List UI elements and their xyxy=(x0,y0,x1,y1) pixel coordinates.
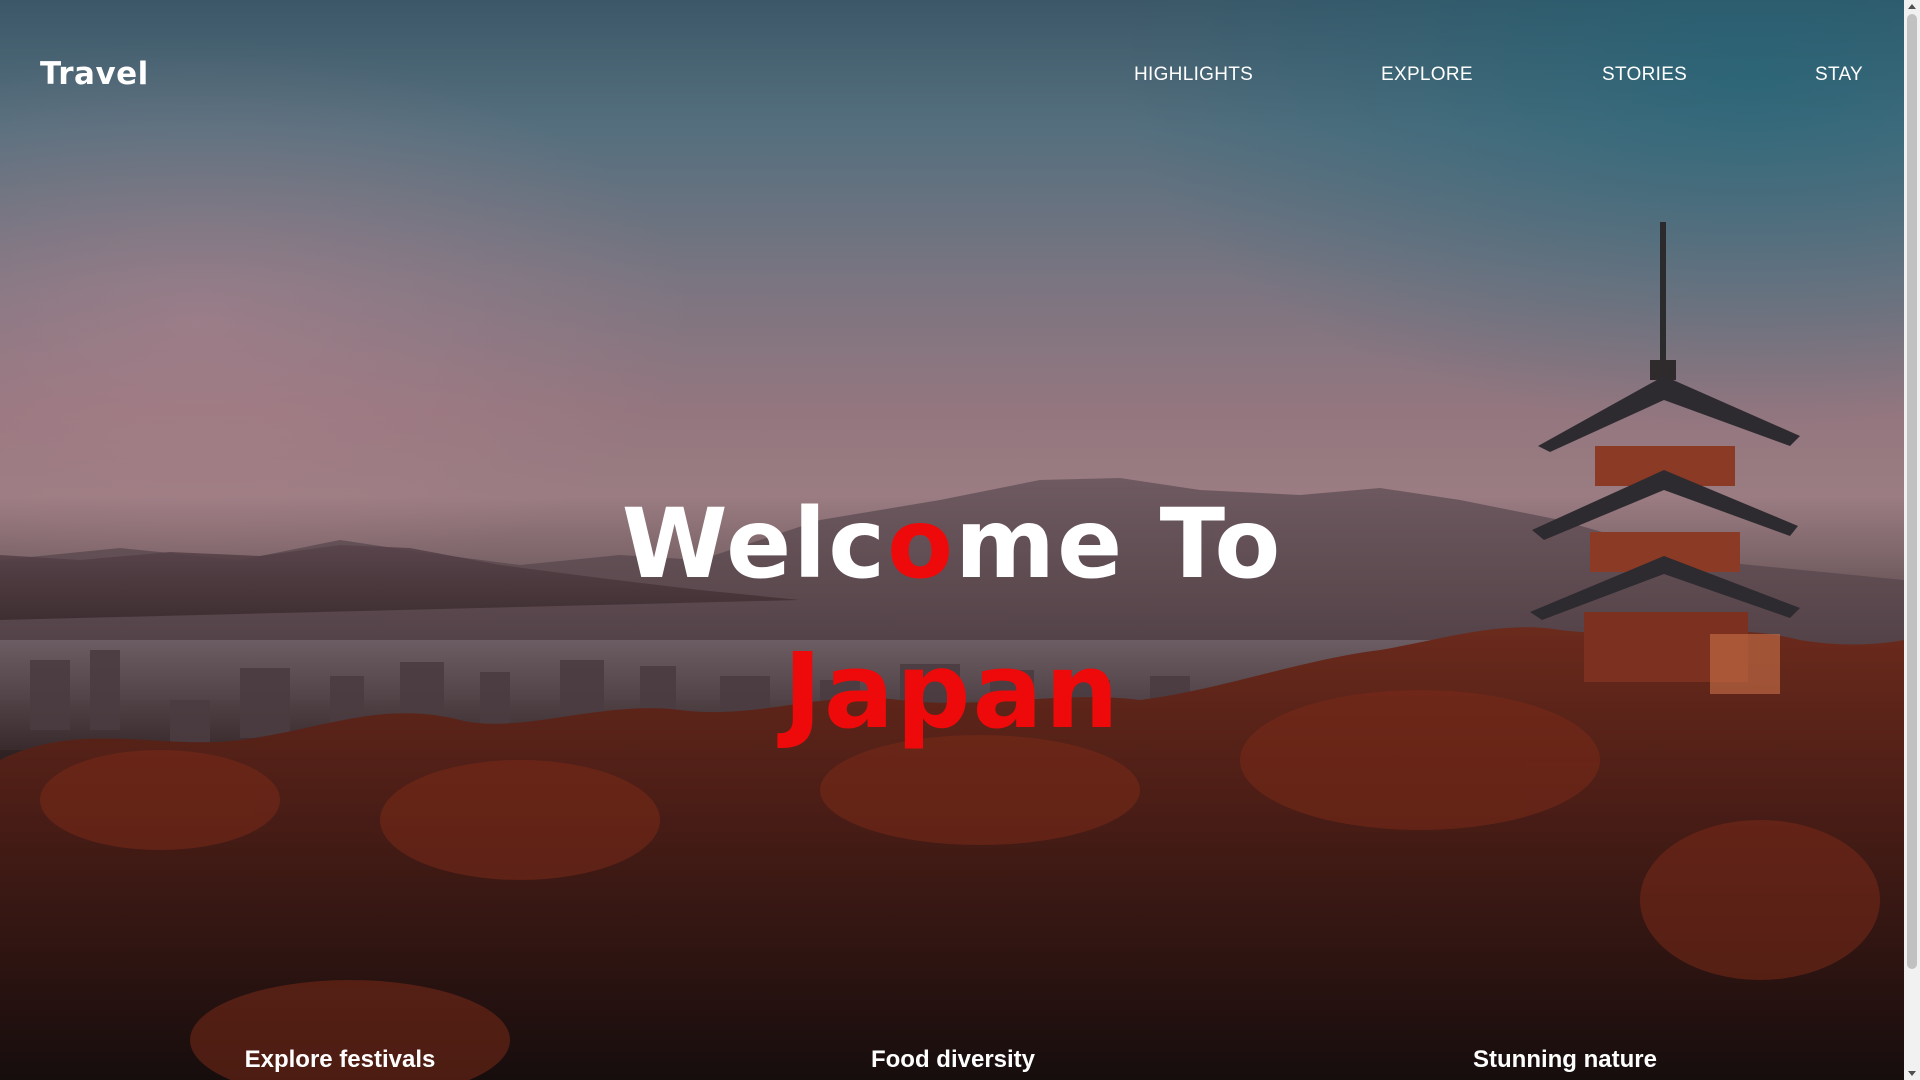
headline-text-part2: me To xyxy=(955,488,1283,600)
page: Travel HIGHLIGHTS EXPLORE STORIES STAY W… xyxy=(0,0,1920,1080)
nav-item-stay[interactable]: STAY xyxy=(1815,64,1863,86)
nav-item-highlights[interactable]: HIGHLIGHTS xyxy=(1134,64,1253,86)
feature-title-food[interactable]: Food diversity xyxy=(773,1046,1133,1074)
nav-item-stories[interactable]: STORIES xyxy=(1602,64,1687,86)
nav-item-explore[interactable]: EXPLORE xyxy=(1381,64,1473,86)
main-nav: HIGHLIGHTS EXPLORE STORIES STAY xyxy=(0,64,1904,94)
feature-title-nature[interactable]: Stunning nature xyxy=(1385,1046,1745,1074)
scrollbar-thumb[interactable] xyxy=(1907,14,1917,969)
feature-title-festivals[interactable]: Explore festivals xyxy=(160,1046,520,1074)
hero-headline-japan: Japan xyxy=(783,630,1121,752)
headline-text-part1: Welc xyxy=(621,488,888,600)
scroll-up-arrow-icon[interactable] xyxy=(1908,4,1916,9)
headline-accent-letter: o xyxy=(887,488,956,600)
vertical-scrollbar[interactable] xyxy=(1904,0,1920,1080)
scroll-down-arrow-icon[interactable] xyxy=(1908,1071,1916,1076)
hero-headline-welcome: Welcome To xyxy=(0,488,1904,600)
